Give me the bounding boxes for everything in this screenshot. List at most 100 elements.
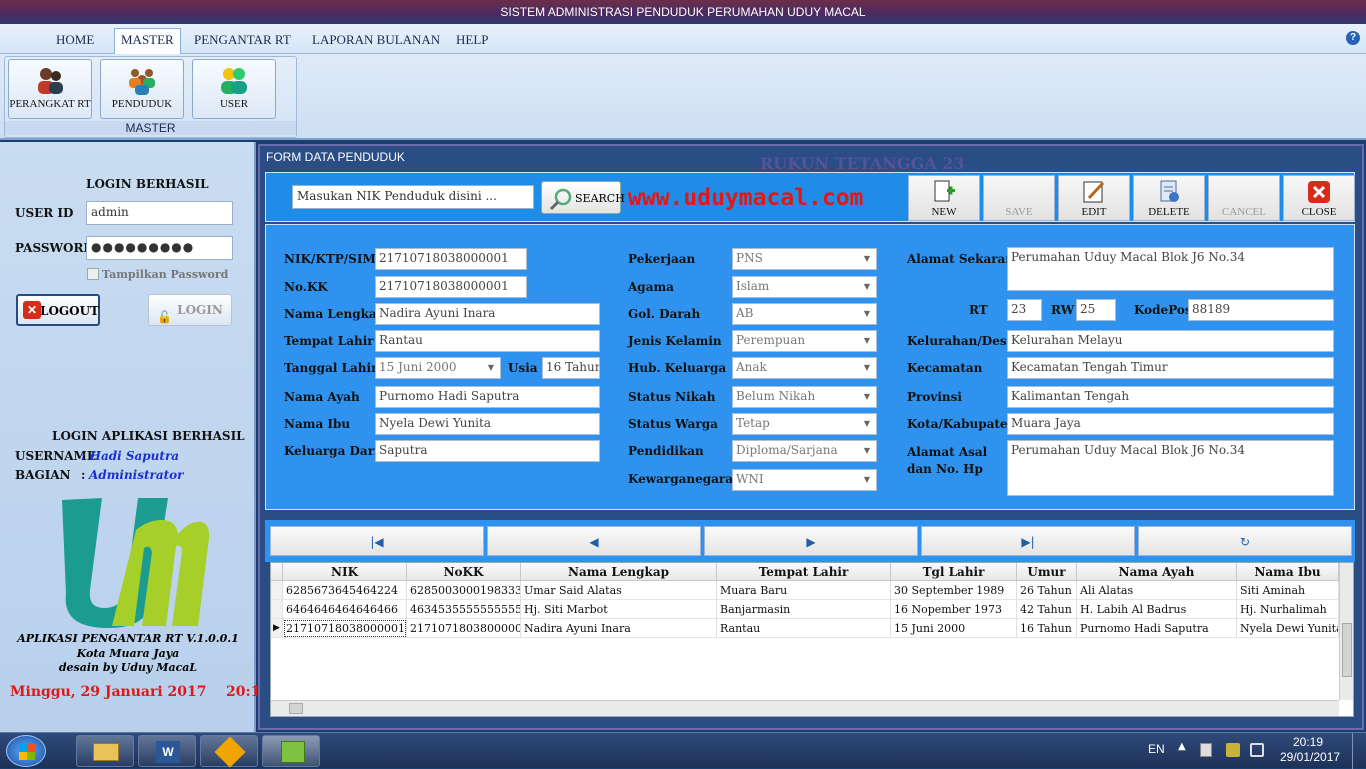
perangkat-rt-button[interactable]: PERANGKAT RT — [8, 59, 92, 119]
chevron-down-icon[interactable]: ▼ — [860, 361, 874, 375]
cancel-button[interactable]: CANCEL — [1208, 175, 1280, 221]
search-button[interactable]: SEARCH — [541, 181, 625, 214]
chevron-down-icon[interactable]: ▼ — [860, 390, 874, 404]
alamat-textarea[interactable]: Perumahan Uduy Macal Blok J6 No.34 — [1007, 247, 1334, 291]
cell-ayah[interactable]: H. Labih Al Badrus — [1077, 600, 1237, 619]
table-row[interactable]: 6464646464646466 4634535555555555 Hj. Si… — [271, 600, 1339, 619]
column-header-nama[interactable]: Nama Lengkap — [521, 563, 717, 581]
tanggal-lahir-picker[interactable]: 15 Juni 2000 ▼ — [375, 357, 501, 379]
show-desktop-button[interactable] — [1352, 733, 1366, 769]
usia-input[interactable]: 16 Tahun — [542, 357, 600, 379]
chevron-down-icon[interactable]: ▼ — [860, 280, 874, 294]
chevron-down-icon[interactable]: ▼ — [860, 417, 874, 431]
language-indicator[interactable]: EN — [1148, 742, 1165, 756]
keluarga-dari-input[interactable]: Saputra — [375, 440, 600, 462]
column-header-nokk[interactable]: NoKK — [407, 563, 521, 581]
chevron-down-icon[interactable]: ▼ — [860, 307, 874, 321]
next-record-button[interactable]: ▶ — [704, 526, 918, 556]
kodepos-input[interactable]: 88189 — [1188, 299, 1334, 321]
nokk-input[interactable]: 21710718038000001 — [375, 276, 527, 298]
table-row-selected[interactable]: ▶ 21710718038000001 21710718038000001 Na… — [271, 619, 1339, 638]
column-header-tempat[interactable]: Tempat Lahir — [717, 563, 891, 581]
menu-master[interactable]: MASTER — [114, 28, 181, 54]
cell-ayah[interactable]: Ali Alatas — [1077, 581, 1237, 600]
logout-button[interactable]: ✕ LOGOUT — [16, 294, 100, 326]
vertical-scrollbar[interactable] — [1339, 563, 1353, 700]
taskbar-app-button[interactable] — [200, 735, 258, 768]
cell-tempat[interactable]: Banjarmasin — [717, 600, 891, 619]
cell-nik[interactable]: 6464646464646466 — [283, 600, 407, 619]
login-button[interactable]: 🔓 LOGIN — [148, 294, 232, 326]
chevron-down-icon[interactable]: ▼ — [860, 444, 874, 458]
column-header-umur[interactable]: Umur — [1017, 563, 1077, 581]
cell-umur[interactable]: 26 Tahun — [1017, 581, 1077, 600]
gol-darah-select[interactable]: AB ▼ — [732, 303, 877, 325]
search-input[interactable]: Masukan NIK Penduduk disini ... — [292, 185, 534, 209]
help-icon[interactable]: ? — [1346, 31, 1360, 45]
refresh-button[interactable]: ↻ — [1138, 526, 1352, 556]
jenis-kelamin-select[interactable]: Perempuan ▼ — [732, 330, 877, 352]
menu-pengantar-rt[interactable]: PENGANTAR RT — [188, 29, 297, 51]
column-header-tgl[interactable]: Tgl Lahir — [891, 563, 1017, 581]
cell-nama[interactable]: Hj. Siti Marbot — [521, 600, 717, 619]
nama-ibu-input[interactable]: Nyela Dewi Yunita — [375, 413, 600, 435]
cell-nik[interactable]: 21710718038000001 — [283, 619, 407, 638]
agama-select[interactable]: Islam ▼ — [732, 276, 877, 298]
kota-input[interactable]: Muara Jaya — [1007, 413, 1334, 435]
cell-nama[interactable]: Umar Said Alatas — [521, 581, 717, 600]
prev-record-button[interactable]: ◀ — [487, 526, 701, 556]
delete-button[interactable]: DELETE — [1133, 175, 1205, 221]
rw-input[interactable]: 25 — [1076, 299, 1116, 321]
edit-button[interactable]: EDIT — [1058, 175, 1130, 221]
cell-tempat[interactable]: Muara Baru — [717, 581, 891, 600]
kecamatan-input[interactable]: Kecamatan Tengah Timur — [1007, 357, 1334, 379]
clock[interactable]: 20:19 29/01/2017 — [1280, 735, 1340, 765]
close-button[interactable]: CLOSE — [1283, 175, 1355, 221]
userid-input[interactable]: admin — [86, 201, 233, 225]
user-button[interactable]: USER — [192, 59, 276, 119]
cell-ibu[interactable]: Nyela Dewi Yunita — [1237, 619, 1339, 638]
cell-ibu[interactable]: Hj. Nurhalimah — [1237, 600, 1339, 619]
kelurahan-input[interactable]: Kelurahan Melayu — [1007, 330, 1334, 352]
table-row[interactable]: 6285673645464224 6285003000198333 Umar S… — [271, 581, 1339, 600]
new-button[interactable]: NEW — [908, 175, 980, 221]
alamat-asal-textarea[interactable]: Perumahan Uduy Macal Blok J6 No.34 — [1007, 440, 1334, 496]
hub-keluarga-select[interactable]: Anak ▼ — [732, 357, 877, 379]
cell-ibu[interactable]: Siti Aminah — [1237, 581, 1339, 600]
first-record-button[interactable]: |◀ — [270, 526, 484, 556]
show-password-checkbox[interactable] — [87, 268, 99, 280]
cell-nik[interactable]: 6285673645464224 — [283, 581, 407, 600]
nama-ayah-input[interactable]: Purnomo Hadi Saputra — [375, 386, 600, 408]
rt-input[interactable]: 23 — [1007, 299, 1042, 321]
cell-nokk[interactable]: 4634535555555555 — [407, 600, 521, 619]
show-hidden-icons-icon[interactable]: ▲ — [1178, 741, 1186, 752]
column-header-nik[interactable]: NIK — [283, 563, 407, 581]
network-icon[interactable] — [1226, 743, 1240, 757]
password-input[interactable]: ●●●●●●●●● — [86, 236, 233, 260]
cell-nokk[interactable]: 21710718038000001 — [407, 619, 521, 638]
cell-tgl[interactable]: 16 Nopember 1973 — [891, 600, 1017, 619]
cell-umur[interactable]: 16 Tahun — [1017, 619, 1077, 638]
menu-help[interactable]: HELP — [450, 29, 495, 51]
taskbar-word-button[interactable]: W — [138, 735, 196, 767]
chevron-down-icon[interactable]: ▼ — [860, 334, 874, 348]
horizontal-scroll-thumb[interactable] — [289, 703, 303, 714]
provinsi-input[interactable]: Kalimantan Tengah — [1007, 386, 1334, 408]
device-icon[interactable] — [1200, 743, 1212, 757]
horizontal-scrollbar[interactable] — [271, 700, 1339, 716]
status-nikah-select[interactable]: Belum Nikah ▼ — [732, 386, 877, 408]
last-record-button[interactable]: ▶| — [921, 526, 1135, 556]
cell-tgl[interactable]: 15 Juni 2000 — [891, 619, 1017, 638]
cell-tempat[interactable]: Rantau — [717, 619, 891, 638]
menu-home[interactable]: HOME — [50, 29, 100, 51]
column-header-ayah[interactable]: Nama Ayah — [1077, 563, 1237, 581]
kewarganegaraan-select[interactable]: WNI ▼ — [732, 469, 877, 491]
taskbar-active-app-button[interactable] — [262, 735, 320, 767]
tempat-lahir-input[interactable]: Rantau — [375, 330, 600, 352]
cell-umur[interactable]: 42 Tahun — [1017, 600, 1077, 619]
penduduk-button[interactable]: PENDUDUK — [100, 59, 184, 119]
column-header-ibu[interactable]: Nama Ibu — [1237, 563, 1339, 581]
volume-icon[interactable] — [1250, 743, 1264, 757]
status-warga-select[interactable]: Tetap ▼ — [732, 413, 877, 435]
cell-nokk[interactable]: 6285003000198333 — [407, 581, 521, 600]
